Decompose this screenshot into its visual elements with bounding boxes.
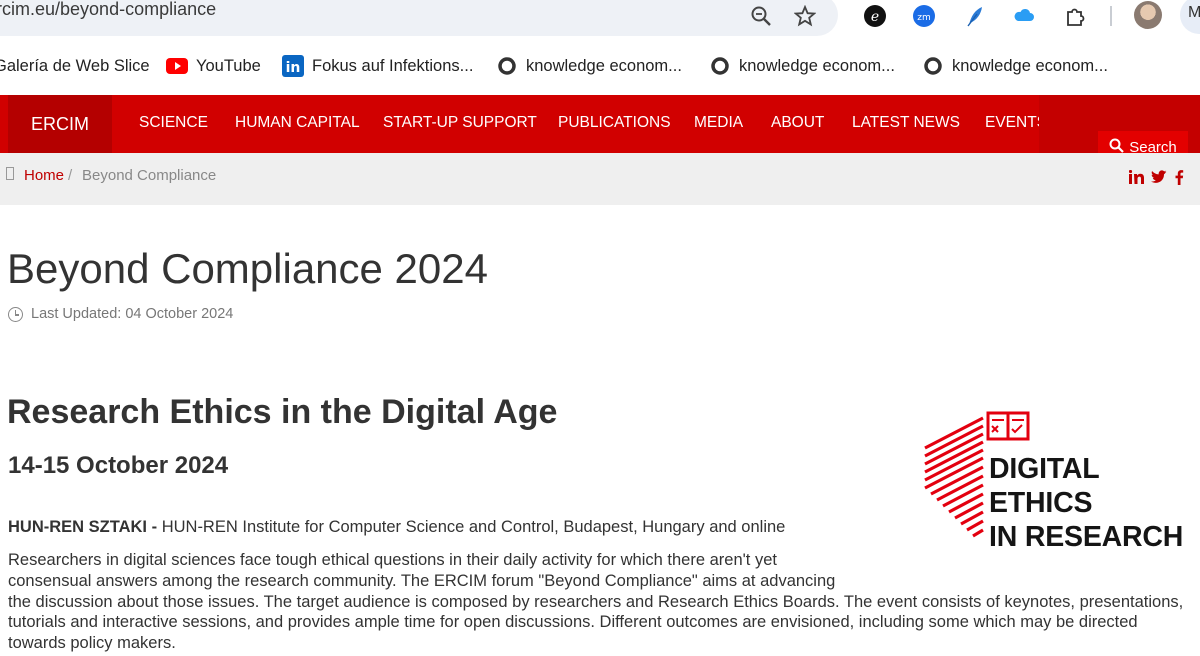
striped-arrow-shape	[924, 416, 984, 538]
profile-chip[interactable]: M	[1180, 0, 1200, 34]
bookmarks-bar: Galería de Web Slice YouTube in Fokus au…	[0, 48, 1200, 84]
venue-org: HUN-REN SZTAKI -	[8, 518, 158, 536]
paragraph-line: tutorials and interactive sessions, and …	[8, 613, 1138, 631]
zoom-extension-icon[interactable]: zm	[911, 3, 937, 29]
logo-line: DIGITAL	[989, 453, 1100, 485]
linkedin-icon: in	[282, 55, 304, 77]
clock-icon	[8, 306, 23, 322]
ercim-brand-link[interactable]: ERCIM	[8, 95, 112, 153]
breadcrumb-home[interactable]: Home	[24, 167, 64, 184]
profile-initial: M	[1188, 4, 1200, 21]
site-nav: ERCIM SCIENCE HUMAN CAPITAL START-UP SUP…	[0, 95, 1200, 153]
paragraph-line: the discussion about those issues. The t…	[8, 593, 1184, 611]
bookmark-label: knowledge econom...	[526, 56, 682, 75]
nav-start-up-support[interactable]: START-UP SUPPORT	[383, 114, 537, 132]
page-icon	[6, 167, 14, 180]
globe-ring-icon	[922, 55, 944, 77]
nav-latest-news[interactable]: LATEST NEWS	[852, 114, 960, 132]
nav-media[interactable]: MEDIA	[694, 114, 743, 132]
bookmark-label: knowledge econom...	[952, 56, 1108, 75]
globe-ring-icon	[709, 55, 731, 77]
last-updated-text: Last Updated: 04 October 2024	[31, 306, 234, 322]
last-updated: Last Updated: 04 October 2024	[8, 306, 233, 322]
event-date: 14-15 October 2024	[8, 452, 229, 479]
extension-e-icon[interactable]: e	[862, 3, 888, 29]
bookmark-label: Galería de Web Slice	[0, 56, 150, 75]
bookmark-label: Fokus auf Infektions...	[312, 56, 474, 75]
nav-human-capital[interactable]: HUMAN CAPITAL	[235, 114, 360, 132]
bookmark-linkedin[interactable]: in Fokus auf Infektions...	[282, 54, 473, 78]
browser-toolbar: ercim.eu/beyond-compliance e zm M	[0, 0, 1200, 36]
linkedin-social-icon[interactable]	[1129, 167, 1145, 187]
zoom-icon[interactable]	[748, 3, 774, 29]
facebook-social-icon[interactable]	[1172, 167, 1186, 187]
logo-line: IN RESEARCH	[989, 521, 1184, 553]
extensions-puzzle-icon[interactable]	[1062, 3, 1088, 29]
bookmark-knowledge-3[interactable]: knowledge econom...	[922, 54, 1108, 78]
bookmark-label: YouTube	[196, 56, 261, 75]
paragraph-line: consensual answers among the research co…	[8, 572, 836, 590]
breadcrumb: Home / Beyond Compliance	[0, 153, 1200, 205]
event-venue: HUN-REN SZTAKI - HUN-REN Institute for C…	[8, 518, 785, 537]
toolbar-divider	[1110, 6, 1112, 26]
profile-avatar[interactable]	[1134, 1, 1162, 29]
nav-publications[interactable]: PUBLICATIONS	[558, 114, 671, 132]
breadcrumb-current: Beyond Compliance	[82, 167, 217, 184]
nav-science[interactable]: SCIENCE	[139, 114, 208, 132]
svg-text:zm: zm	[917, 13, 931, 23]
cloud-extension-icon[interactable]	[1011, 3, 1037, 29]
feather-extension-icon[interactable]	[962, 3, 988, 29]
nav-events[interactable]: EVENTS	[985, 114, 1047, 132]
logo-line: ETHICS	[989, 487, 1093, 519]
bookmark-web-slice[interactable]: Galería de Web Slice	[0, 54, 150, 78]
page-title: Beyond Compliance 2024	[7, 245, 488, 292]
paragraph-line: Researchers in digital sciences face tou…	[8, 551, 777, 569]
svg-text:in: in	[286, 60, 301, 76]
bookmark-label: knowledge econom...	[739, 56, 895, 75]
svg-text:e: e	[871, 9, 879, 25]
breadcrumb-separator: /	[68, 167, 73, 184]
youtube-icon	[166, 55, 188, 77]
paragraph-line: towards policy makers.	[8, 634, 176, 652]
bookmark-star-icon[interactable]	[792, 3, 818, 29]
nav-about[interactable]: ABOUT	[771, 114, 824, 132]
url-text[interactable]: ercim.eu/beyond-compliance	[0, 0, 216, 20]
globe-ring-icon	[496, 55, 518, 77]
twitter-social-icon[interactable]	[1151, 167, 1167, 187]
bookmark-youtube[interactable]: YouTube	[166, 54, 261, 78]
event-subtitle: Research Ethics in the Digital Age	[7, 393, 558, 431]
bookmark-knowledge-2[interactable]: knowledge econom...	[709, 54, 895, 78]
book-icon	[986, 411, 1030, 441]
venue-details: HUN-REN Institute for Computer Science a…	[157, 518, 786, 536]
address-bar[interactable]: ercim.eu/beyond-compliance	[0, 0, 838, 36]
bookmark-knowledge-1[interactable]: knowledge econom...	[496, 54, 682, 78]
